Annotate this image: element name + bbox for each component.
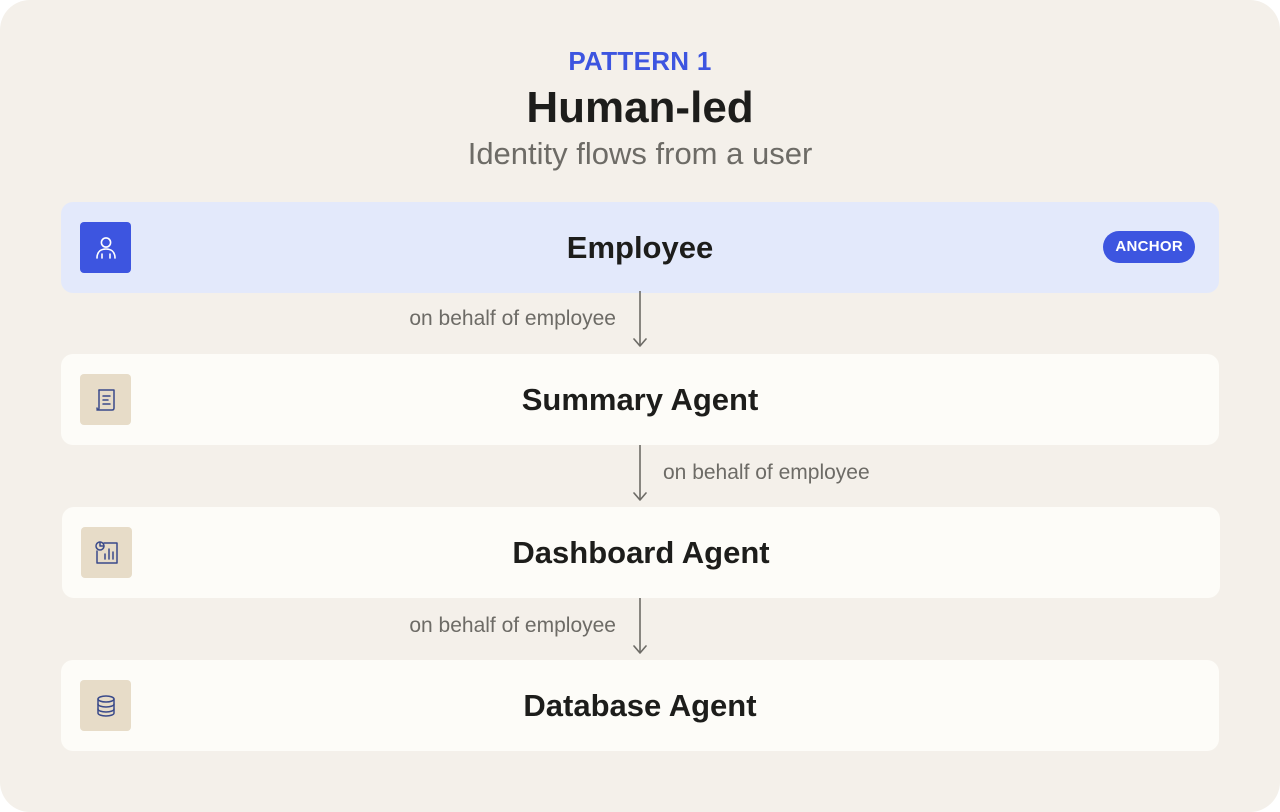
- diagram-panel: PATTERN 1 Human-led Identity flows from …: [0, 0, 1280, 812]
- node-label: Employee: [566, 229, 714, 265]
- node-dashboard-agent: Dashboard Agent: [62, 507, 1220, 598]
- node-label: Database Agent: [523, 687, 757, 723]
- node-summary-agent: Summary Agent: [61, 354, 1219, 445]
- down-arrow-icon: [633, 291, 647, 347]
- pattern-eyebrow: PATTERN 1: [568, 46, 712, 76]
- node-label: Summary Agent: [521, 381, 759, 417]
- node-employee: Employee ANCHOR: [61, 202, 1219, 293]
- edge-label: on behalf of employee: [663, 461, 870, 484]
- node-database-agent: Database Agent: [61, 660, 1219, 751]
- edge-summary-to-dashboard: on behalf of employee: [0, 445, 1280, 507]
- edge-label: on behalf of employee: [409, 307, 616, 330]
- anchor-badge: ANCHOR: [1103, 231, 1195, 263]
- diagram-title: Human-led: [526, 83, 754, 132]
- down-arrow-icon: [633, 598, 647, 654]
- edge-label: on behalf of employee: [409, 614, 616, 637]
- edge-dashboard-to-database: on behalf of employee: [0, 598, 1280, 660]
- edge-employee-to-summary: on behalf of employee: [0, 291, 1280, 353]
- down-arrow-icon: [633, 445, 647, 501]
- diagram-subtitle: Identity flows from a user: [467, 136, 813, 171]
- node-label: Dashboard Agent: [512, 534, 770, 570]
